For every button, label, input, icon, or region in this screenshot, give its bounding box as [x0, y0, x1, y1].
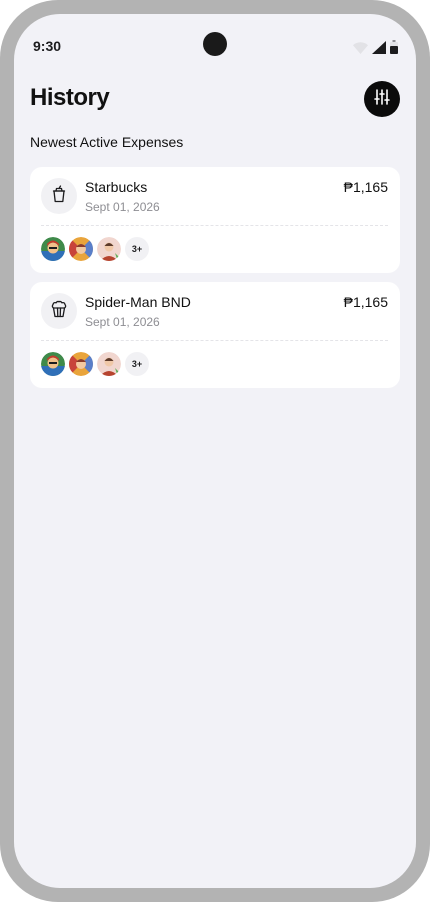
- card-divider: [41, 340, 388, 341]
- expense-amount: ₱1,165: [343, 179, 388, 195]
- front-camera: [203, 32, 227, 56]
- more-participants-badge: 3+: [125, 237, 149, 261]
- expense-card-spider-man-bnd[interactable]: Spider-Man BND Sept 01, 2026 ₱1,165 3+: [30, 282, 400, 388]
- expense-name: Spider-Man BND: [85, 294, 191, 310]
- popcorn-icon: [50, 300, 68, 323]
- expense-card-starbucks[interactable]: Starbucks Sept 01, 2026 ₱1,165 3+: [30, 167, 400, 273]
- expense-icon-container: [41, 293, 77, 329]
- avatar: [41, 352, 65, 376]
- participant-avatars: 3+: [41, 352, 149, 376]
- wifi-icon: [353, 42, 368, 54]
- cup-icon: [51, 184, 67, 208]
- page-title: History: [30, 84, 110, 111]
- expense-date: Sept 01, 2026: [85, 315, 160, 329]
- phone-frame: 9:30 History Newest Active Expenses Star…: [0, 0, 430, 902]
- avatar: [97, 237, 121, 261]
- status-time: 9:30: [33, 38, 62, 54]
- section-title: Newest Active Expenses: [30, 134, 184, 150]
- expense-date: Sept 01, 2026: [85, 200, 160, 214]
- more-participants-badge: 3+: [125, 352, 149, 376]
- battery-icon: [390, 40, 398, 54]
- sliders-icon: [373, 88, 391, 111]
- avatar: [69, 237, 93, 261]
- expense-amount: ₱1,165: [343, 294, 388, 310]
- avatar: [41, 237, 65, 261]
- card-divider: [41, 225, 388, 226]
- expense-icon-container: [41, 178, 77, 214]
- signal-icon: [372, 41, 386, 54]
- participant-avatars: 3+: [41, 237, 149, 261]
- filter-button[interactable]: [364, 81, 400, 117]
- avatar: [69, 352, 93, 376]
- status-icons: [353, 40, 398, 54]
- screen: 9:30 History Newest Active Expenses Star…: [14, 14, 416, 888]
- expense-name: Starbucks: [85, 179, 148, 195]
- avatar: [97, 352, 121, 376]
